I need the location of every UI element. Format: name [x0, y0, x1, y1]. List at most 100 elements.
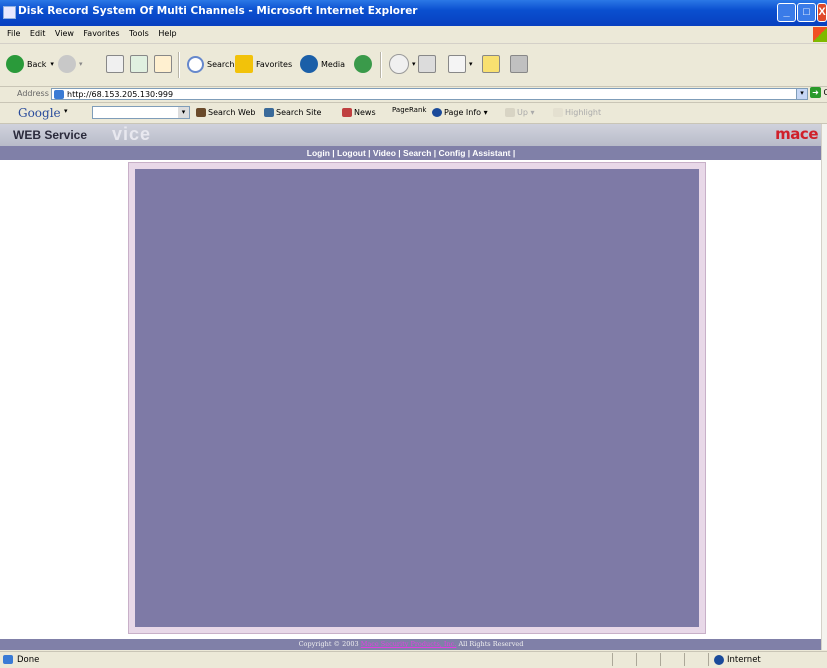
up-button[interactable]: Up ▾	[505, 108, 535, 117]
forward-button[interactable]: ▾	[58, 54, 83, 74]
windows-logo-icon	[813, 27, 827, 42]
menu-edit[interactable]: Edit	[30, 29, 46, 38]
highlight-label: Highlight	[565, 108, 602, 117]
favorites-button[interactable]: Favorites	[235, 54, 292, 74]
vertical-scrollbar[interactable]	[821, 124, 827, 650]
nav-assistant[interactable]: Assistant	[472, 148, 510, 158]
print-icon	[418, 55, 436, 73]
news-button[interactable]: News	[342, 108, 376, 117]
video-display-area[interactable]	[135, 169, 699, 627]
address-input[interactable]: http://68.153.205.130:999	[51, 88, 806, 100]
media-label: Media	[321, 59, 346, 69]
forward-dropdown-icon[interactable]: ▾	[79, 60, 83, 68]
news-label: News	[354, 108, 376, 117]
news-icon	[342, 108, 352, 117]
menu-favorites[interactable]: Favorites	[83, 29, 119, 38]
window-title: Disk Record System Of Multi Channels - M…	[18, 5, 418, 17]
maximize-button[interactable]: □	[797, 3, 816, 22]
site-nav: Login | Logout | Video | Search | Config…	[0, 146, 822, 160]
edit-icon	[448, 55, 466, 73]
page-info-button[interactable]: Page Info ▾	[432, 108, 488, 117]
search-label: Search	[207, 59, 235, 69]
history-button[interactable]	[354, 54, 375, 74]
refresh-button[interactable]	[130, 54, 148, 74]
status-text: Done	[17, 655, 40, 665]
back-button[interactable]: Back ▾	[6, 54, 54, 74]
mail-button[interactable]: ▾	[389, 54, 416, 74]
header-title: WEB Service	[13, 128, 88, 142]
google-logo-dropdown-icon[interactable]: ▾	[64, 107, 68, 115]
address-url: http://68.153.205.130:999	[67, 90, 174, 99]
favorites-label: Favorites	[256, 59, 293, 69]
ie-app-icon	[3, 6, 16, 19]
menu-bar: File Edit View Favorites Tools Help	[0, 26, 827, 44]
notes-icon	[482, 55, 500, 73]
copyright-suffix: All Rights Reserved	[458, 640, 524, 648]
print-button[interactable]	[418, 54, 436, 74]
menu-tools[interactable]: Tools	[129, 29, 149, 38]
up-label: Up	[517, 108, 528, 117]
page-status-icon	[3, 655, 13, 664]
go-arrow-icon: ➜	[810, 87, 821, 98]
back-dropdown-icon[interactable]: ▾	[50, 60, 54, 68]
google-toolbar: Google ▾ ▾ Search Web Search Site News P…	[0, 103, 827, 124]
edit-dropdown-icon[interactable]: ▾	[469, 60, 473, 68]
media-button[interactable]: Media	[300, 54, 345, 74]
address-label: Address	[17, 89, 49, 98]
mail-icon	[389, 54, 409, 74]
highlight-button[interactable]: Highlight	[553, 108, 601, 117]
messenger-button[interactable]	[510, 54, 528, 74]
status-bar: Done Internet	[0, 651, 827, 668]
company-link[interactable]: Mace Security Products, Inc.	[361, 640, 457, 648]
binoculars-icon	[196, 108, 206, 117]
title-bar[interactable]: Disk Record System Of Multi Channels - M…	[0, 0, 827, 26]
history-icon	[354, 55, 372, 73]
video-frame	[128, 162, 706, 634]
address-dropdown-icon[interactable]: ▾	[796, 88, 808, 100]
page-content: vice WEB Service mace Login | Logout | V…	[0, 124, 827, 650]
highlighter-icon	[553, 108, 563, 117]
forward-arrow-icon	[58, 55, 76, 73]
go-button[interactable]: ➜ Go	[810, 87, 827, 98]
up-icon	[505, 108, 515, 117]
discuss-button[interactable]	[482, 54, 500, 74]
search-web-label: Search Web	[208, 108, 256, 117]
stop-icon	[106, 55, 124, 73]
nav-config[interactable]: Config	[439, 148, 466, 158]
site-search-icon	[264, 108, 274, 117]
back-label: Back	[27, 59, 47, 69]
page-info-label: Page Info	[444, 108, 482, 117]
google-search-dropdown-icon[interactable]: ▾	[178, 107, 189, 118]
stop-button[interactable]	[106, 54, 124, 74]
menu-file[interactable]: File	[7, 29, 20, 38]
info-icon	[432, 108, 442, 117]
standard-toolbar: Back ▾ ▾ Search Favorites Media ▾ ▾	[0, 44, 827, 87]
header-watermark: vice	[112, 124, 152, 144]
search-site-label: Search Site	[276, 108, 322, 117]
internet-zone-icon	[714, 655, 724, 665]
home-icon	[154, 55, 172, 73]
search-button[interactable]: Search	[187, 54, 234, 74]
edit-button[interactable]: ▾	[448, 54, 473, 74]
nav-login[interactable]: Login	[307, 148, 330, 158]
nav-video[interactable]: Video	[373, 148, 396, 158]
home-button[interactable]	[154, 54, 172, 74]
back-arrow-icon	[6, 55, 24, 73]
mail-dropdown-icon[interactable]: ▾	[412, 60, 416, 68]
menu-help[interactable]: Help	[158, 29, 176, 38]
media-icon	[300, 55, 318, 73]
pagerank-indicator[interactable]: PageRank	[392, 106, 426, 114]
close-button[interactable]: X	[817, 3, 827, 22]
refresh-icon	[130, 55, 148, 73]
nav-search[interactable]: Search	[403, 148, 431, 158]
search-web-button[interactable]: Search Web	[196, 108, 255, 117]
nav-logout[interactable]: Logout	[337, 148, 366, 158]
google-search-input[interactable]: ▾	[92, 106, 190, 119]
minimize-button[interactable]: _	[777, 3, 796, 22]
google-logo[interactable]: Google	[18, 106, 61, 120]
copyright-footer: Copyright © 2003 Mace Security Products,…	[0, 639, 822, 650]
search-site-button[interactable]: Search Site	[264, 108, 321, 117]
menu-view[interactable]: View	[55, 29, 74, 38]
star-icon	[235, 55, 253, 73]
address-bar: Address http://68.153.205.130:999 ▾ ➜ Go	[0, 87, 827, 103]
